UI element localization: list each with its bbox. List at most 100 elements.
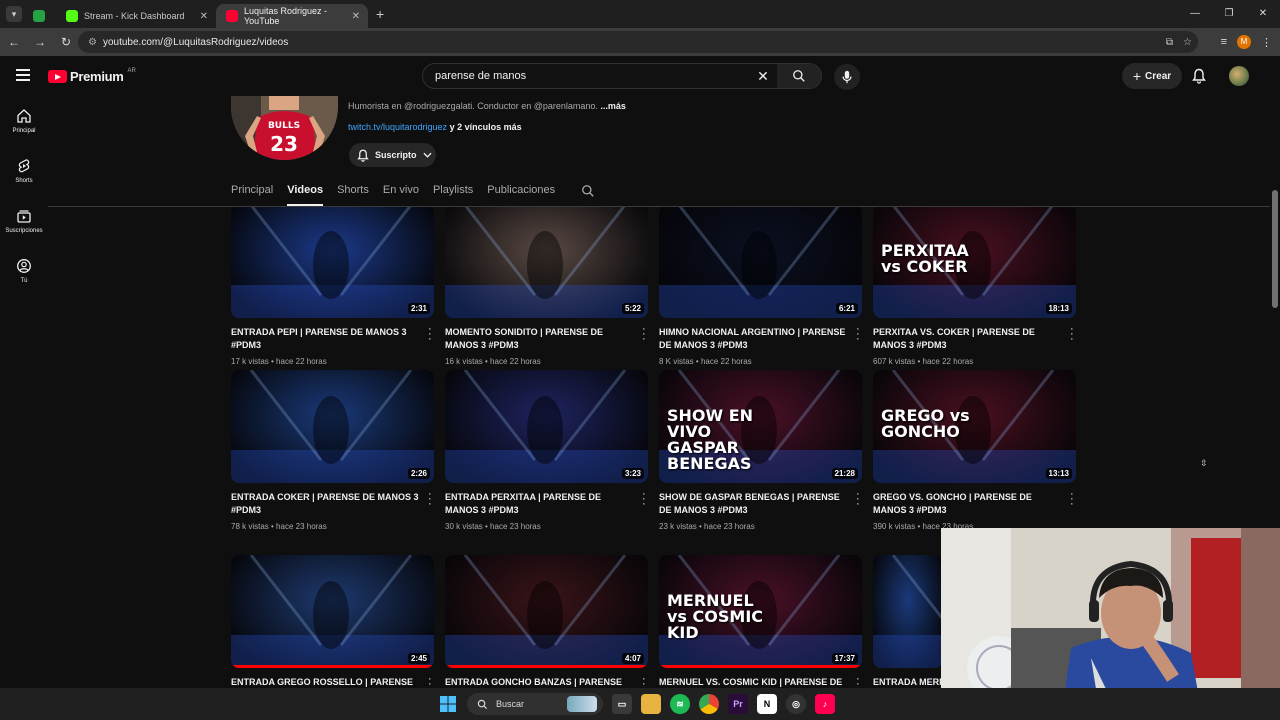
video-title[interactable]: GREGO vs. GONCHO | PARENSE DE MANOS 3 #P… [873, 491, 1061, 517]
channel-description[interactable]: Humorista en @rodriguezgalati. Conductor… [348, 101, 626, 111]
create-button[interactable]: + Crear [1122, 63, 1182, 89]
video-card[interactable]: 5:22 MOMENTO SONIDITO | PARENSE DE MANOS … [445, 207, 648, 366]
close-tab-icon[interactable]: ✕ [352, 11, 360, 22]
tab-publicaciones[interactable]: Publicaciones [487, 180, 555, 206]
bookmark-star-icon[interactable]: ☆ [1183, 37, 1192, 48]
video-title[interactable]: ENTRADA COKER | PARENSE DE MANOS 3 #PDM3 [231, 491, 419, 517]
file-explorer-icon[interactable] [641, 694, 661, 714]
taskbar-search[interactable]: Buscar [467, 693, 603, 715]
video-card[interactable]: 6:21 HIMNO NACIONAL ARGENTINO | PARENSE D… [659, 207, 862, 366]
pinned-tab[interactable] [22, 4, 56, 28]
video-thumbnail[interactable]: 2:26 [231, 370, 434, 483]
tab-playlists[interactable]: Playlists [433, 180, 473, 206]
youtube-premium-logo[interactable]: Premium AR [48, 68, 136, 84]
nav-item-suscripciones[interactable]: Suscripciones [0, 196, 48, 246]
close-tab-icon[interactable]: ✕ [200, 11, 208, 22]
reload-icon[interactable]: ↻ [54, 35, 78, 49]
video-thumbnail[interactable] [873, 555, 943, 668]
new-tab-icon[interactable]: + [376, 6, 384, 22]
video-title[interactable]: ENTRADA GONCHO BANZAS | PARENSE DE [445, 676, 633, 688]
nav-item-tu[interactable]: Tú [0, 246, 48, 296]
tab-shorts[interactable]: Shorts [337, 180, 369, 206]
video-thumbnail[interactable]: 6:21 [659, 207, 862, 318]
premiere-icon[interactable]: Pr [728, 694, 748, 714]
tab-search-button[interactable]: ▾ [6, 6, 22, 22]
chrome-icon[interactable] [699, 694, 719, 714]
video-menu-icon[interactable]: ··· [642, 674, 646, 689]
description-more[interactable]: ...más [600, 101, 626, 111]
nav-item-shorts[interactable]: Shorts [0, 146, 48, 196]
forward-icon[interactable]: → [28, 35, 52, 49]
notifications-button[interactable] [1192, 68, 1206, 89]
video-title[interactable]: HIMNO NACIONAL ARGENTINO | PARENSE DE MA… [659, 326, 847, 352]
install-icon[interactable]: ⧉ [1166, 37, 1173, 48]
video-menu-icon[interactable]: ··· [642, 489, 646, 510]
video-thumbnail[interactable]: PERXITAA vs COKER 18:13 [873, 207, 1076, 318]
tab-en-vivo[interactable]: En vivo [383, 180, 419, 206]
reading-list-icon[interactable]: ≡ [1221, 36, 1227, 48]
video-card[interactable]: 2:31 ENTRADA PEPI | PARENSE DE MANOS 3 #P… [231, 207, 434, 366]
video-menu-icon[interactable]: ··· [856, 489, 860, 510]
site-info-icon[interactable]: ⚙ [88, 37, 97, 48]
video-menu-icon[interactable]: ··· [428, 674, 432, 689]
video-card[interactable]: GREGO vs GONCHO 13:13 GREGO vs. GONCHO | P… [873, 370, 1076, 531]
video-title[interactable]: PERXITAA vs. COKER | PARENSE DE MANOS 3 … [873, 326, 1061, 352]
video-card[interactable]: 4:07 ENTRADA GONCHO BANZAS | PARENSE DE ··… [445, 555, 648, 688]
video-title[interactable]: MOMENTO SONIDITO | PARENSE DE MANOS 3 #P… [445, 326, 633, 352]
restore-icon[interactable]: ❐ [1212, 0, 1246, 28]
video-menu-icon[interactable]: ··· [1070, 324, 1074, 345]
video-card[interactable]: PERXITAA vs COKER 18:13 PERXITAA vs. COKER… [873, 207, 1076, 366]
nav-item-principal[interactable]: Principal [0, 96, 48, 146]
video-card[interactable]: 3:23 ENTRADA PERXITAA | PARENSE DE MANOS … [445, 370, 648, 531]
video-thumbnail[interactable]: MERNUEL vs COSMIC KID 17:37 [659, 555, 862, 668]
browser-menu-icon[interactable]: ⋮ [1261, 36, 1272, 49]
clear-search-icon[interactable]: ✕ [749, 68, 777, 85]
video-menu-icon[interactable]: ··· [642, 324, 646, 345]
video-card[interactable]: SHOW EN VIVO GASPAR BENEGAS 21:28 SHOW DE … [659, 370, 862, 531]
search-button[interactable] [777, 64, 821, 88]
video-thumbnail[interactable]: 2:31 [231, 207, 434, 318]
channel-avatar[interactable]: BULLS 23 [231, 96, 338, 160]
channel-search-button[interactable] [581, 184, 595, 203]
back-icon[interactable]: ← [2, 35, 26, 49]
video-title[interactable]: ENTRADA PERXITAA | PARENSE DE MANOS 3 #P… [445, 491, 633, 517]
video-card[interactable]: 2:45 ENTRADA GREGO ROSSELLO | PARENSE DE ·… [231, 555, 434, 688]
video-card[interactable]: 2:26 ENTRADA COKER | PARENSE DE MANOS 3 #… [231, 370, 434, 531]
tab-youtube[interactable]: Luquitas Rodriguez - YouTube ✕ [216, 4, 368, 28]
twitch-link[interactable]: twitch.tv/luquitarodriguez [348, 122, 447, 132]
video-thumbnail[interactable]: GREGO vs GONCHO 13:13 [873, 370, 1076, 483]
tab-kick-dashboard[interactable]: Stream - Kick Dashboard ✕ [56, 4, 216, 28]
video-thumbnail[interactable]: 3:23 [445, 370, 648, 483]
spotify-icon[interactable]: ≋ [670, 694, 690, 714]
video-thumbnail[interactable]: 2:45 [231, 555, 434, 668]
video-card[interactable]: MERNUEL vs COSMIC KID 17:37 MERNUEL vs. CO… [659, 555, 862, 688]
video-title[interactable]: ENTRADA PEPI | PARENSE DE MANOS 3 #PDM3 [231, 326, 419, 352]
minimize-icon[interactable]: — [1178, 0, 1212, 28]
page-scrollbar[interactable] [1272, 190, 1278, 308]
subscribed-button[interactable]: Suscripto [349, 143, 436, 167]
video-menu-icon[interactable]: ··· [428, 489, 432, 510]
video-title[interactable]: ENTRADA GREGO ROSSELLO | PARENSE DE [231, 676, 419, 688]
video-thumbnail[interactable]: 4:07 [445, 555, 648, 668]
profile-avatar[interactable]: M [1237, 35, 1251, 49]
video-title[interactable]: SHOW DE GASPAR BENEGAS | PARENSE DE MANO… [659, 491, 847, 517]
video-menu-icon[interactable]: ··· [428, 324, 432, 345]
close-window-icon[interactable]: ✕ [1246, 0, 1280, 28]
tiktok-icon[interactable]: ♪ [815, 694, 835, 714]
search-input[interactable]: parense de manos [423, 70, 749, 82]
video-menu-icon[interactable]: ··· [856, 324, 860, 345]
tab-videos[interactable]: Videos [287, 180, 324, 206]
tab-principal[interactable]: Principal [231, 180, 273, 206]
notion-icon[interactable]: N [757, 694, 777, 714]
video-thumbnail[interactable]: SHOW EN VIVO GASPAR BENEGAS 21:28 [659, 370, 862, 483]
video-title[interactable]: MERNUEL vs. COSMIC KID | PARENSE DE [659, 676, 847, 688]
windows-start-icon[interactable] [438, 694, 458, 714]
menu-icon[interactable] [16, 69, 30, 84]
obs-icon[interactable]: ◎ [786, 694, 806, 714]
task-view-icon[interactable]: ▭ [612, 694, 632, 714]
more-links[interactable]: y 2 vínculos más [447, 122, 522, 132]
video-thumbnail[interactable]: 5:22 [445, 207, 648, 318]
video-menu-icon[interactable]: ··· [856, 674, 860, 689]
video-menu-icon[interactable]: ··· [1070, 489, 1074, 510]
voice-search-button[interactable] [834, 64, 860, 90]
